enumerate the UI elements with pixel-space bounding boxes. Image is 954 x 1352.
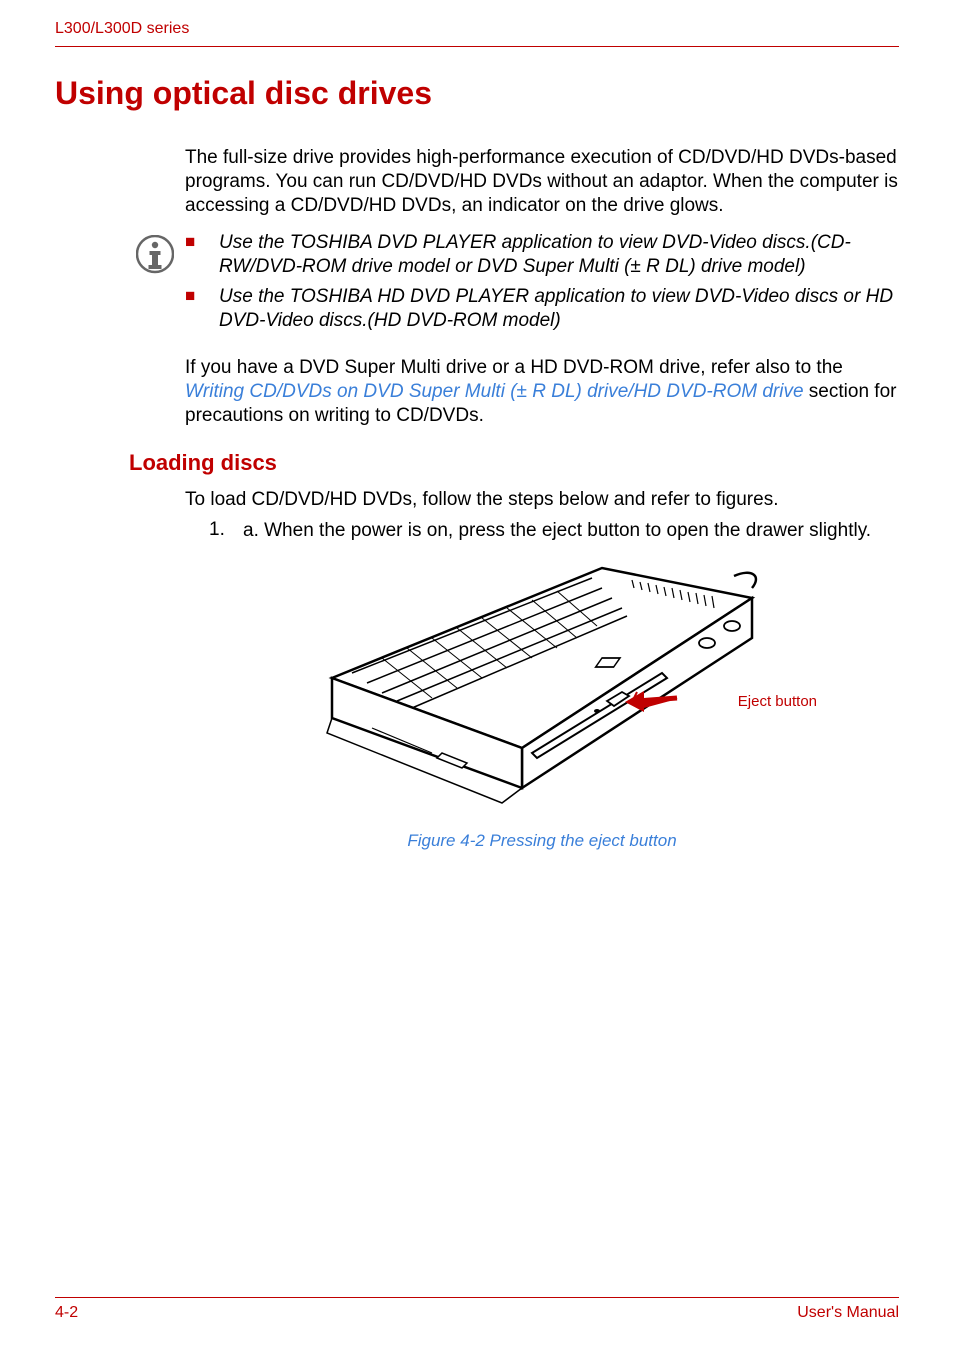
figure-callout: Eject button [738, 693, 817, 710]
page-footer: 4-2 User's Manual [55, 1297, 899, 1322]
doc-title: User's Manual [797, 1304, 899, 1322]
crossref-before: If you have a DVD Super Multi drive or a… [185, 357, 843, 378]
step-number: 1. [209, 519, 243, 543]
step-item: 1. a. When the power is on, press the ej… [209, 519, 899, 543]
figure-caption: Figure 4-2 Pressing the eject button [407, 831, 676, 851]
subsection-title: Loading discs [129, 450, 899, 476]
subsection-intro: To load CD/DVD/HD DVDs, follow the steps… [185, 488, 899, 512]
figure: Eject button Figure 4-2 Pressing the eje… [185, 553, 899, 851]
step-body: a. When the power is on, press the eject… [243, 519, 899, 543]
laptop-drawing-icon [322, 558, 762, 818]
note-item: Use the TOSHIBA HD DVD PLAYER applicatio… [185, 285, 899, 333]
crossref-link[interactable]: Writing CD/DVDs on DVD Super Multi (± R … [185, 381, 804, 402]
section-title: Using optical disc drives [55, 75, 899, 112]
section-intro: The full-size drive provides high-perfor… [185, 146, 899, 217]
figure-illustration: Eject button [317, 553, 767, 823]
note-item: Use the TOSHIBA DVD PLAYER application t… [185, 231, 899, 279]
cross-reference: If you have a DVD Super Multi drive or a… [185, 356, 899, 427]
running-header: L300/L300D series [55, 20, 899, 47]
info-icon [125, 231, 185, 277]
note-list: Use the TOSHIBA DVD PLAYER application t… [185, 231, 899, 338]
note-block: Use the TOSHIBA DVD PLAYER application t… [125, 231, 899, 338]
page-number: 4-2 [55, 1304, 78, 1322]
